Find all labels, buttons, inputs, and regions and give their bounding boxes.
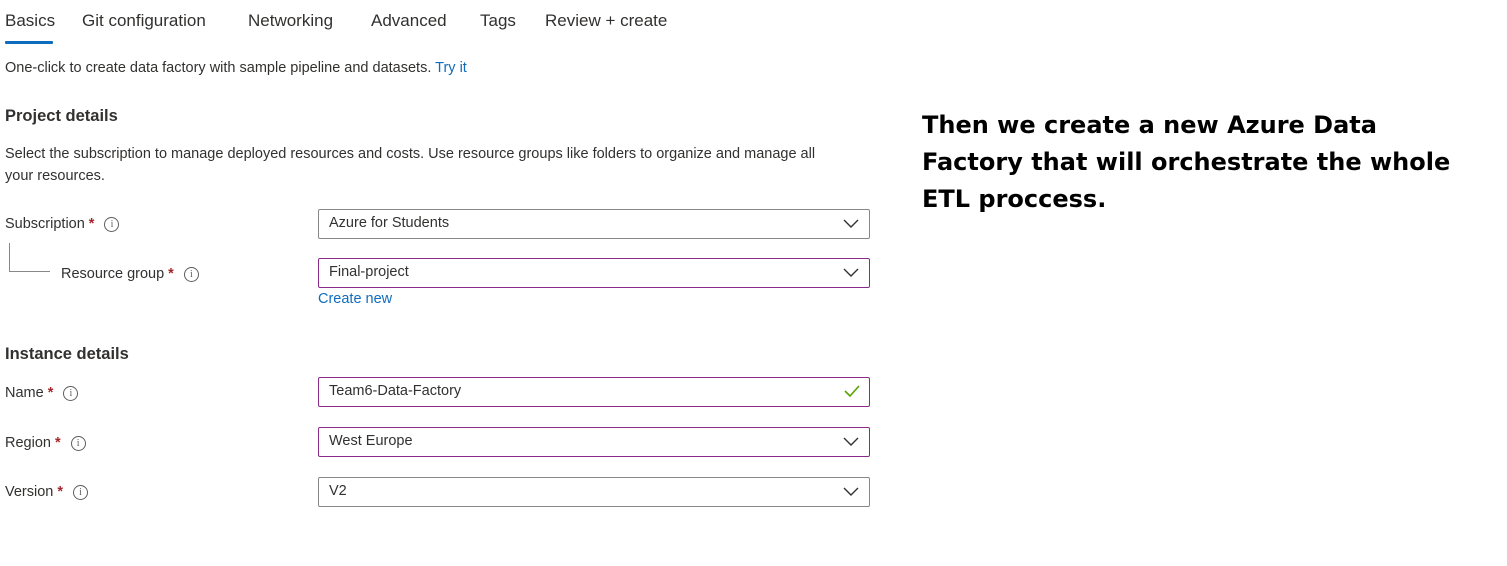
tab-git-configuration[interactable]: Git configuration — [82, 0, 213, 44]
tab-basics[interactable]: Basics — [5, 0, 55, 44]
instance-details-heading: Instance details — [5, 345, 129, 363]
subscription-value: Azure for Students — [329, 215, 450, 231]
required-asterisk: * — [47, 385, 54, 401]
resource-group-label-row: Resource group * i — [61, 264, 199, 284]
required-asterisk: * — [57, 484, 64, 500]
chevron-down-icon — [843, 268, 859, 277]
chevron-down-icon — [843, 437, 859, 446]
name-label-row: Name * i — [5, 383, 79, 403]
name-value: Team6-Data-Factory — [329, 383, 462, 399]
region-label-row: Region * i — [5, 433, 86, 453]
intro-text: One-click to create data factory with sa… — [5, 60, 432, 76]
subscription-label-row: Subscription * i — [5, 214, 120, 234]
region-dropdown[interactable]: West Europe — [318, 427, 870, 457]
chevron-down-icon — [843, 219, 859, 228]
tab-review-create[interactable]: Review + create — [545, 0, 669, 44]
project-details-description: Select the subscription to manage deploy… — [5, 146, 816, 184]
wizard-tabs: Basics Git configuration Networking Adva… — [5, 0, 669, 44]
resource-group-value: Final-project — [329, 264, 409, 280]
subscription-label: Subscription — [5, 216, 85, 232]
tab-advanced[interactable]: Advanced — [371, 0, 448, 44]
chevron-down-icon — [843, 487, 859, 496]
checkmark-icon — [844, 385, 860, 398]
subscription-dropdown[interactable]: Azure for Students — [318, 209, 870, 239]
required-asterisk: * — [88, 216, 95, 232]
info-circle-icon[interactable]: i — [104, 216, 120, 232]
info-circle-icon[interactable]: i — [73, 484, 89, 500]
resource-group-dropdown[interactable]: Final-project — [318, 258, 870, 288]
tree-connector — [9, 243, 50, 272]
version-value: V2 — [329, 483, 347, 499]
resource-group-label: Resource group — [61, 266, 165, 282]
info-circle-icon[interactable]: i — [70, 435, 86, 451]
version-label: Version — [5, 484, 54, 500]
required-asterisk: * — [168, 266, 174, 282]
create-new-link[interactable]: Create new — [318, 291, 392, 307]
info-circle-icon[interactable]: i — [63, 385, 79, 401]
intro-line: One-click to create data factory with sa… — [5, 60, 467, 76]
required-asterisk: * — [54, 435, 61, 451]
version-label-row: Version * i — [5, 482, 89, 502]
region-value: West Europe — [329, 433, 413, 449]
tab-tags[interactable]: Tags — [480, 0, 516, 44]
tab-networking[interactable]: Networking — [248, 0, 338, 44]
project-details-heading: Project details — [5, 107, 118, 125]
region-label: Region — [5, 435, 51, 451]
name-input[interactable]: Team6-Data-Factory — [318, 377, 870, 407]
annotation-text: Then we create a new Azure Data Factory … — [922, 111, 1451, 213]
try-it-link[interactable]: Try it — [435, 60, 467, 76]
info-circle-icon[interactable]: i — [183, 266, 199, 282]
name-label: Name — [5, 385, 44, 401]
version-dropdown[interactable]: V2 — [318, 477, 870, 507]
